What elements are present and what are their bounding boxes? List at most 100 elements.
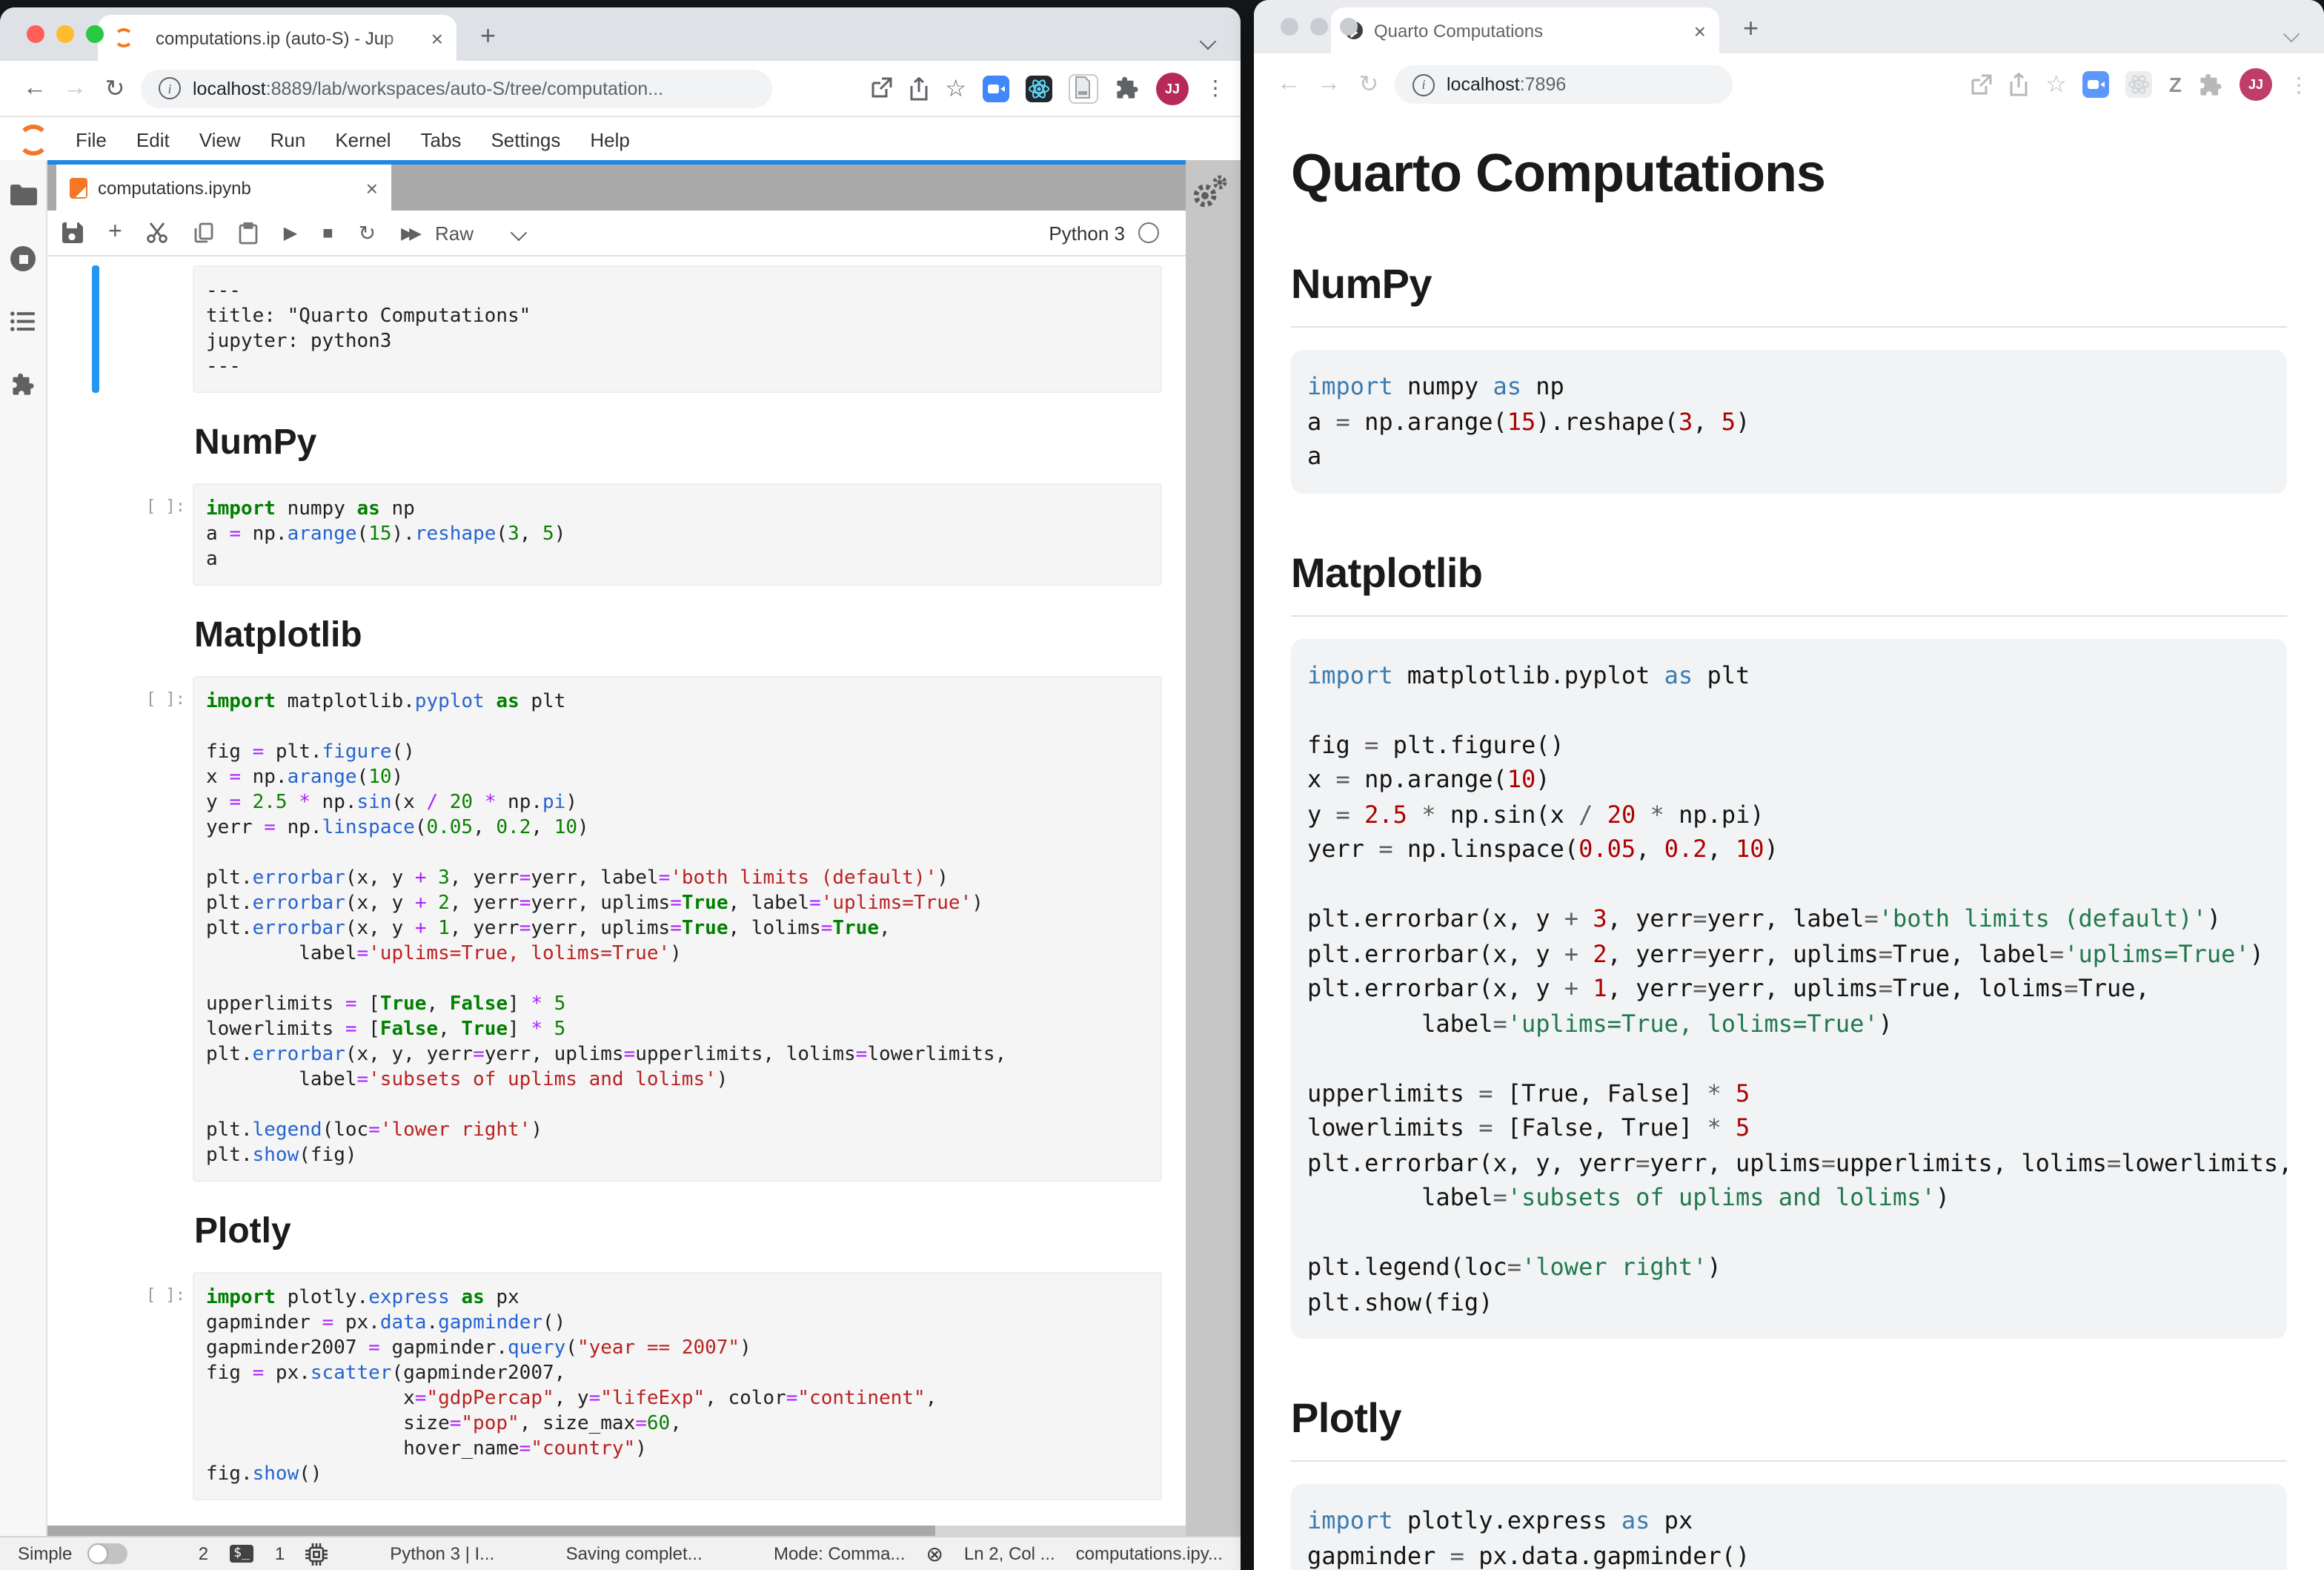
browser-menu-icon[interactable]: ⋮ bbox=[1205, 76, 1226, 101]
menu-item-view[interactable]: View bbox=[185, 128, 256, 150]
cell-selection-bar[interactable] bbox=[92, 483, 99, 586]
extensions-puzzle-icon[interactable] bbox=[2198, 72, 2223, 97]
file-browser-icon[interactable] bbox=[10, 184, 36, 206]
window-controls[interactable] bbox=[1281, 18, 1358, 36]
bookmark-star-icon[interactable]: ☆ bbox=[945, 73, 966, 103]
kernel-indicator[interactable]: Python 3 bbox=[1049, 222, 1171, 244]
terminals-count[interactable]: 2 bbox=[199, 1543, 208, 1564]
jupyterlab-menu-bar: FileEditViewRunKernelTabsSettingsHelp bbox=[0, 117, 1241, 163]
paste-cells-icon[interactable] bbox=[239, 222, 259, 244]
code-cell-numpy[interactable]: [ ]: import numpy as npa = np.arange(15)… bbox=[92, 483, 1162, 586]
table-of-contents-icon[interactable] bbox=[10, 311, 36, 332]
code-cell-editor[interactable]: import plotly.express as pxgapminder = p… bbox=[193, 1272, 1162, 1500]
react-devtools-extension-icon[interactable] bbox=[1026, 75, 1052, 102]
add-cell-icon[interactable]: + bbox=[108, 219, 122, 246]
cell-selection-bar[interactable] bbox=[92, 676, 99, 1182]
menu-item-tabs[interactable]: Tabs bbox=[406, 128, 477, 150]
browser-tab-quarto[interactable]: Quarto Computations × bbox=[1331, 7, 1719, 53]
window-controls[interactable] bbox=[27, 25, 104, 43]
close-window-button[interactable] bbox=[27, 25, 44, 43]
profile-avatar[interactable]: JJ bbox=[2240, 68, 2272, 101]
cell-selection-bar[interactable] bbox=[92, 1272, 99, 1500]
property-inspector-gears-icon[interactable] bbox=[1190, 175, 1229, 218]
stop-kernel-icon[interactable]: ■ bbox=[322, 222, 333, 243]
running-kernels-icon[interactable] bbox=[10, 246, 36, 271]
minimize-window-button[interactable] bbox=[56, 25, 74, 43]
react-devtools-extension-icon[interactable] bbox=[2126, 71, 2153, 98]
quarto-page[interactable]: Quarto Computations NumPy import numpy a… bbox=[1254, 116, 2324, 1570]
menu-item-kernel[interactable]: Kernel bbox=[320, 128, 405, 150]
run-cell-icon[interactable]: ▶ bbox=[284, 222, 297, 243]
code-cell-plotly[interactable]: [ ]: import plotly.express as pxgapminde… bbox=[92, 1272, 1162, 1500]
notebook-doc-tab[interactable]: computations.ipynb × bbox=[56, 165, 391, 211]
profile-avatar[interactable]: JJ bbox=[1156, 72, 1189, 105]
save-icon[interactable] bbox=[62, 222, 83, 243]
menu-item-file[interactable]: File bbox=[61, 128, 122, 150]
open-in-new-icon[interactable] bbox=[869, 77, 892, 99]
code-cell-editor[interactable]: import matplotlib.pyplot as plt fig = pl… bbox=[193, 676, 1162, 1182]
trust-shield-icon: ⊗ bbox=[926, 1541, 943, 1566]
url-path: :7896 bbox=[1520, 74, 1567, 95]
bookmark-star-icon[interactable]: ☆ bbox=[2045, 70, 2067, 99]
share-icon[interactable] bbox=[2008, 73, 2029, 96]
cell-type-chevron-icon bbox=[510, 225, 527, 242]
forward-icon[interactable]: → bbox=[1309, 71, 1349, 98]
line-col-indicator[interactable]: Ln 2, Col ... bbox=[964, 1543, 1055, 1564]
zoom-extension-icon[interactable] bbox=[983, 75, 1009, 102]
new-tab-button[interactable]: + bbox=[1743, 13, 1759, 44]
code-line: plt.errorbar(x, y + 3, yerr=yerr, label=… bbox=[1307, 901, 2271, 936]
zoom-window-button[interactable] bbox=[86, 25, 104, 43]
back-icon[interactable]: ← bbox=[15, 75, 55, 102]
raw-line-jupyter-python3: jupyter: python3 bbox=[206, 329, 1149, 354]
browser-tab-jupyter[interactable]: computations.ip (auto-S) - Jup × bbox=[98, 15, 456, 61]
site-info-icon[interactable]: i bbox=[159, 77, 181, 99]
menu-item-edit[interactable]: Edit bbox=[122, 128, 185, 150]
doc-tab-close-icon[interactable]: × bbox=[366, 177, 378, 198]
back-icon[interactable]: ← bbox=[1269, 71, 1309, 98]
address-bar[interactable]: i localhost:7896 bbox=[1395, 65, 1733, 104]
restart-run-all-icon[interactable]: ▶▶ bbox=[401, 223, 417, 242]
kernel-status-text[interactable]: Python 3 | I... bbox=[390, 1543, 494, 1564]
filename-status: computations.ipy... bbox=[1076, 1543, 1223, 1564]
cell-selection-bar[interactable] bbox=[92, 265, 99, 393]
mode-indicator[interactable]: Mode: Comma... bbox=[774, 1543, 905, 1564]
kernels-count[interactable]: 1 bbox=[275, 1543, 285, 1564]
browser-menu-icon[interactable]: ⋮ bbox=[2288, 72, 2309, 97]
cut-cells-icon[interactable] bbox=[147, 222, 170, 243]
open-in-new-icon[interactable] bbox=[1970, 73, 1992, 96]
menu-item-help[interactable]: Help bbox=[575, 128, 645, 150]
notebook-content[interactable]: ---title: "Quarto Computations"jupyter: … bbox=[47, 256, 1186, 1526]
tab-search-chevron-icon[interactable] bbox=[2285, 21, 2297, 47]
extension-manager-icon[interactable] bbox=[10, 372, 36, 397]
site-info-icon[interactable]: i bbox=[1412, 73, 1435, 96]
new-tab-button[interactable]: + bbox=[480, 21, 496, 52]
document-tab-bar: computations.ipynb × bbox=[47, 160, 1186, 211]
document-extension-icon[interactable] bbox=[1069, 73, 1098, 103]
tab-close-icon[interactable]: × bbox=[1694, 20, 1706, 41]
tab-close-icon[interactable]: × bbox=[431, 27, 443, 48]
menu-item-run[interactable]: Run bbox=[256, 128, 321, 150]
forward-icon[interactable]: → bbox=[55, 75, 95, 102]
zoom-extension-icon[interactable] bbox=[2083, 71, 2110, 98]
copy-cells-icon[interactable] bbox=[195, 222, 214, 244]
cell-type-select[interactable]: Raw bbox=[435, 222, 524, 244]
extensions-puzzle-icon[interactable] bbox=[1115, 76, 1140, 101]
menu-item-settings[interactable]: Settings bbox=[476, 128, 575, 150]
code-cell-matplotlib[interactable]: [ ]: import matplotlib.pyplot as plt fig… bbox=[92, 676, 1162, 1182]
simple-mode-toggle[interactable] bbox=[87, 1543, 127, 1564]
close-window-button[interactable] bbox=[1281, 18, 1298, 36]
address-bar[interactable]: i localhost:8889/lab/workspaces/auto-S/t… bbox=[141, 69, 772, 107]
reload-icon[interactable]: ↻ bbox=[95, 73, 135, 103]
reload-icon[interactable]: ↻ bbox=[1349, 70, 1389, 99]
z-extension-icon[interactable]: Z bbox=[2169, 73, 2182, 96]
share-icon[interactable] bbox=[908, 76, 929, 100]
minimize-window-button[interactable] bbox=[1310, 18, 1328, 36]
raw-cell-editor[interactable]: ---title: "Quarto Computations"jupyter: … bbox=[193, 265, 1162, 393]
tab-search-chevron-icon[interactable] bbox=[1202, 28, 1214, 55]
zoom-window-button[interactable] bbox=[1340, 18, 1358, 36]
section-heading-matplotlib: Matplotlib bbox=[1291, 549, 2287, 616]
code-cell-editor[interactable]: import numpy as npa = np.arange(15).resh… bbox=[193, 483, 1162, 586]
code-line bbox=[1307, 1041, 2271, 1076]
restart-kernel-icon[interactable]: ↻ bbox=[359, 220, 376, 245]
raw-cell[interactable]: ---title: "Quarto Computations"jupyter: … bbox=[92, 265, 1162, 393]
